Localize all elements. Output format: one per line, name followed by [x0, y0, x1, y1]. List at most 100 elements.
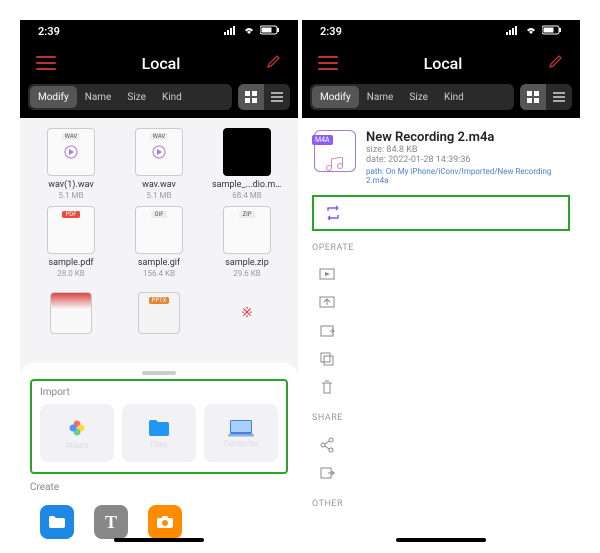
sort-size[interactable]: Size: [401, 86, 436, 108]
section-operate: OPERATE: [312, 243, 570, 253]
section-share: SHARE: [312, 413, 570, 423]
file-tile[interactable]: PPTX: [118, 292, 200, 334]
trash-icon: [318, 378, 336, 396]
file-size: 156.4 KB: [143, 269, 175, 278]
open-icon: [318, 294, 336, 312]
view-toggle: [520, 84, 572, 110]
battery-icon: [542, 25, 562, 38]
section-other: OTHER: [312, 499, 570, 509]
menu-icon[interactable]: [36, 56, 56, 70]
create-label: Create: [30, 482, 288, 493]
convert-action[interactable]: [312, 195, 570, 231]
signal-icon: [224, 25, 238, 38]
operate-list: [312, 261, 570, 401]
share-list: [312, 431, 570, 487]
page-title: Local: [424, 54, 463, 73]
header: Local: [20, 42, 298, 84]
operate-move[interactable]: [312, 317, 570, 345]
file-tile[interactable]: ZIP sample.zip 29.6 KB: [206, 206, 288, 278]
file-name: New Recording 2.m4a: [366, 130, 568, 145]
file-tile[interactable]: [30, 292, 112, 334]
signal-icon: [506, 25, 520, 38]
file-tile[interactable]: GIF sample.gif 156.4 KB: [118, 206, 200, 278]
computer-icon: [228, 419, 254, 437]
import-album-button[interactable]: Album: [40, 404, 114, 462]
filter-bar: Modify Name Size Kind: [302, 84, 580, 118]
file-tile[interactable]: WAV wav.wav 5.1 MB: [118, 128, 200, 200]
file-tile[interactable]: PDF sample.pdf 28.0 KB: [30, 206, 112, 278]
status-indicators: [506, 25, 562, 38]
sort-name[interactable]: Name: [77, 86, 120, 108]
move-icon: [318, 322, 336, 340]
import-section: Import Album Files Computer: [30, 379, 288, 474]
header: Local: [302, 42, 580, 84]
create-row: T: [30, 499, 288, 539]
wifi-icon: [524, 25, 538, 38]
folder-icon: [147, 418, 171, 438]
import-files-button[interactable]: Files: [122, 404, 196, 462]
status-bar: 2:39: [20, 20, 298, 42]
share-export[interactable]: [312, 459, 570, 487]
edit-icon[interactable]: [266, 53, 282, 73]
grid-view-icon[interactable]: [520, 84, 546, 110]
share-icon: [318, 436, 336, 454]
file-tile[interactable]: sample_...dio.mov 68.4 MB: [206, 128, 288, 200]
sort-modify[interactable]: Modify: [312, 86, 359, 108]
status-indicators: [224, 25, 280, 38]
create-camera-button[interactable]: [148, 505, 182, 539]
import-computer-button[interactable]: Computer: [204, 404, 278, 462]
operate-play[interactable]: [312, 261, 570, 289]
page-title: Local: [142, 54, 181, 73]
home-indicator[interactable]: [114, 538, 204, 542]
sort-kind[interactable]: Kind: [154, 86, 190, 108]
menu-icon[interactable]: [318, 56, 338, 70]
file-path: path: On My iPhone/iConv/Imported/New Re…: [366, 167, 568, 185]
list-view-icon[interactable]: [264, 84, 290, 110]
file-name: sample.zip: [225, 258, 269, 268]
battery-icon: [260, 25, 280, 38]
sort-size[interactable]: Size: [119, 86, 154, 108]
sheet-grabber[interactable]: [142, 371, 176, 375]
file-size: 68.4 MB: [232, 191, 262, 200]
music-note-icon: [324, 157, 346, 171]
file-tile[interactable]: WAV wav(1).wav 5.1 MB: [30, 128, 112, 200]
create-folder-button[interactable]: [40, 505, 74, 539]
sort-segments: Modify Name Size Kind: [28, 84, 232, 110]
edit-icon[interactable]: [548, 53, 564, 73]
file-name: sample.gif: [138, 258, 180, 268]
create-text-button[interactable]: T: [94, 505, 128, 539]
file-date: date: 2022-01-28 14:39:36: [366, 155, 568, 165]
file-detail-body: M4A New Recording 2.m4a size: 84.8 KB da…: [302, 118, 580, 545]
grid-view-icon[interactable]: [238, 84, 264, 110]
filter-bar: Modify Name Size Kind: [20, 84, 298, 118]
file-name: sample.pdf: [48, 258, 93, 268]
phone-left: 2:39 Local Modify: [20, 20, 298, 545]
sort-segments: Modify Name Size Kind: [310, 84, 514, 110]
wifi-icon: [242, 25, 256, 38]
file-size: size: 84.8 KB: [366, 145, 568, 155]
operate-open[interactable]: [312, 289, 570, 317]
phone-right: 2:39 Local Modify Name Size Kind: [302, 20, 580, 545]
list-view-icon[interactable]: [546, 84, 572, 110]
operate-delete[interactable]: [312, 373, 570, 401]
sort-modify[interactable]: Modify: [30, 86, 77, 108]
clock: 2:39: [38, 25, 60, 38]
file-size: 5.1 MB: [58, 191, 83, 200]
export-icon: [318, 464, 336, 482]
convert-icon: [324, 204, 342, 222]
bottom-sheet: Import Album Files Computer: [20, 363, 298, 545]
copy-icon: [318, 350, 336, 368]
play-icon: [318, 266, 336, 284]
file-name: wav.wav: [142, 180, 176, 190]
sort-name[interactable]: Name: [359, 86, 402, 108]
file-grid-body: WAV wav(1).wav 5.1 MB WAV wav.wav 5.1 MB…: [20, 118, 298, 545]
file-type-icon: M4A: [314, 130, 356, 172]
file-name: wav(1).wav: [48, 180, 94, 190]
home-indicator[interactable]: [396, 538, 486, 542]
sort-kind[interactable]: Kind: [436, 86, 472, 108]
view-toggle: [238, 84, 290, 110]
file-tile[interactable]: ※: [206, 292, 288, 334]
photos-icon: [66, 417, 88, 439]
operate-copy[interactable]: [312, 345, 570, 373]
share-action[interactable]: [312, 431, 570, 459]
